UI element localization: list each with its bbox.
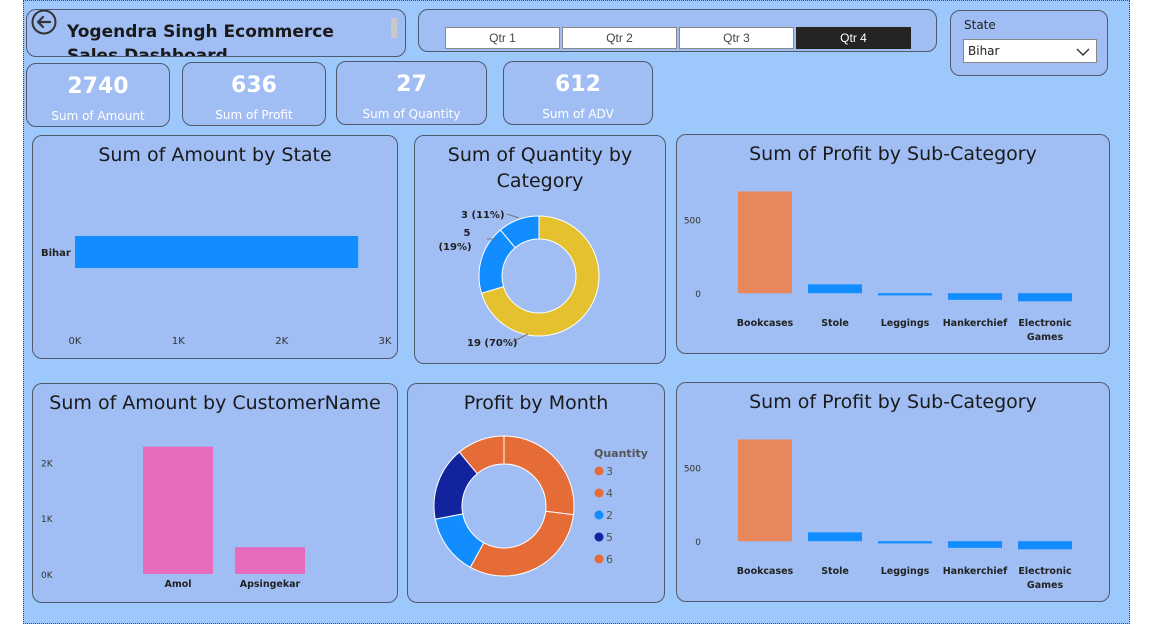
qtr-button-1[interactable]: Qtr 1 <box>445 27 560 49</box>
data-label: 3 (11%) <box>461 210 505 221</box>
category-label: Leggings <box>881 318 930 329</box>
donut-slice <box>469 510 575 577</box>
chart-profit-by-subcategory-top[interactable]: Sum of Profit by Sub-Category 0 500 Bookca… <box>676 134 1110 354</box>
bar <box>808 532 862 542</box>
legend-marker <box>594 510 604 520</box>
legend-label: 6 <box>606 553 613 566</box>
y-tick-label: 2K <box>41 459 54 469</box>
legend-label: 5 <box>606 531 613 544</box>
bar <box>738 439 792 542</box>
profit-by-month-chart: Quantity 3 4 2 5 6 <box>433 435 648 577</box>
x-tick-label: 0K <box>69 336 82 347</box>
kpi-label: Sum of Quantity <box>362 107 461 121</box>
bar <box>948 541 1002 548</box>
legend-marker <box>594 488 604 498</box>
amount-by-customer-chart: 0K 1K 2K Amol Apsingekar <box>41 446 305 590</box>
state-dropdown-value: Bihar <box>968 44 1000 58</box>
category-label: Bookcases <box>737 566 794 577</box>
chart-amount-by-state[interactable]: Sum of Amount by State Bihar 0K 1K 2K 3K <box>32 135 398 359</box>
profit-by-subcategory-chart: 0 500 Bookcases Stole Leggings Hankerchief Ele… <box>684 191 1072 343</box>
category-label: Electronic <box>1018 318 1071 329</box>
kpi-label: Sum of ADV <box>542 107 614 121</box>
chart-profit-by-month[interactable]: Profit by Month Quantity 3 4 2 5 6 <box>407 383 665 603</box>
category-label: Electronic <box>1018 566 1071 577</box>
y-tick-label: 500 <box>684 216 701 226</box>
y-tick-label: 0 <box>695 290 701 300</box>
y-tick-label: 0K <box>41 571 54 581</box>
category-label: Apsingekar <box>240 579 301 590</box>
category-label: Hankerchief <box>943 318 1008 329</box>
category-label: Games <box>1027 332 1064 343</box>
category-label: Bookcases <box>737 318 794 329</box>
category-label: Stole <box>821 318 849 329</box>
bar <box>1018 293 1072 302</box>
state-filter: State Bihar <box>950 10 1108 76</box>
legend-marker <box>594 466 604 476</box>
y-tick-label: 1K <box>41 515 54 525</box>
legend-label: 3 <box>606 465 613 478</box>
quantity-by-category-chart: 19 (70%) 5 (19%) 3 (11%) <box>438 210 600 349</box>
category-label: Stole <box>821 566 849 577</box>
category-label: Amol <box>164 579 191 590</box>
bar <box>1018 541 1072 550</box>
bar <box>75 236 359 268</box>
category-label: Games <box>1027 580 1064 591</box>
kpi-card-profit: 636 Sum of Profit <box>182 62 326 126</box>
data-label: 19 (70%) <box>467 338 517 349</box>
bar <box>948 293 1002 300</box>
legend-marker <box>594 532 604 542</box>
qtr-button-3[interactable]: Qtr 3 <box>679 27 794 49</box>
x-tick-label: 1K <box>172 336 185 347</box>
leader-line <box>506 213 520 219</box>
kpi-card-quantity: 27 Sum of Quantity <box>336 61 487 125</box>
title-card: Yogendra Singh Ecommerce Sales Dashboard <box>26 9 406 57</box>
data-label: (19%) <box>438 242 471 253</box>
bar <box>808 284 862 294</box>
legend-title: Quantity <box>594 447 648 460</box>
bar <box>878 541 932 544</box>
state-filter-label: State <box>964 18 996 32</box>
kpi-label: Sum of Profit <box>215 108 293 122</box>
profit-by-subcategory-chart: 0 500 Bookcases Stole Leggings Hankerchief Ele… <box>684 439 1072 591</box>
title-scrollbar[interactable] <box>391 18 397 38</box>
x-tick-label: 2K <box>275 336 288 347</box>
amount-by-state-chart: Bihar 0K 1K 2K 3K <box>41 236 392 347</box>
donut-slice <box>503 435 575 516</box>
kpi-card-adv: 612 Sum of ADV <box>503 61 653 125</box>
chart-profit-by-subcategory-bottom[interactable]: Sum of Profit by Sub-Category 0 500 Bookca… <box>676 382 1110 602</box>
qtr-button-4[interactable]: Qtr 4 <box>796 27 911 49</box>
bar <box>143 446 213 574</box>
y-tick-label: 500 <box>684 464 701 474</box>
legend-label: 2 <box>606 509 613 522</box>
y-tick-label: 0 <box>695 538 701 548</box>
x-tick-label: 3K <box>379 336 392 347</box>
bar <box>235 547 305 574</box>
qtr-button-2[interactable]: Qtr 2 <box>562 27 677 49</box>
kpi-card-amount: 2740 Sum of Amount <box>26 63 170 127</box>
bar <box>878 293 932 296</box>
chart-quantity-by-category[interactable]: Sum of Quantity by Category 19 (70%) 5 (19… <box>414 135 666 364</box>
category-label: Bihar <box>41 248 71 259</box>
legend-marker <box>594 554 604 564</box>
data-label: 5 <box>464 228 471 239</box>
kpi-label: Sum of Amount <box>51 109 145 123</box>
category-label: Leggings <box>881 566 930 577</box>
page-title: Yogendra Singh Ecommerce Sales Dashboard <box>67 22 334 57</box>
state-dropdown[interactable]: Bihar <box>963 39 1097 63</box>
category-label: Hankerchief <box>943 566 1008 577</box>
report-canvas: Yogendra Singh Ecommerce Sales Dashboard… <box>23 0 1130 624</box>
quarter-slicer: Qtr 1 Qtr 2 Qtr 3 Qtr 4 <box>418 9 937 52</box>
kpi-value: 2740 <box>67 74 129 99</box>
chevron-down-icon <box>1076 48 1090 56</box>
bar <box>738 191 792 294</box>
kpi-value: 27 <box>396 72 427 97</box>
back-arrow-icon[interactable] <box>30 9 58 36</box>
chart-amount-by-customer[interactable]: Sum of Amount by CustomerName 0K 1K 2K Amol… <box>32 383 398 603</box>
kpi-value: 636 <box>231 73 277 98</box>
legend-label: 4 <box>606 487 613 500</box>
kpi-value: 612 <box>555 72 601 97</box>
